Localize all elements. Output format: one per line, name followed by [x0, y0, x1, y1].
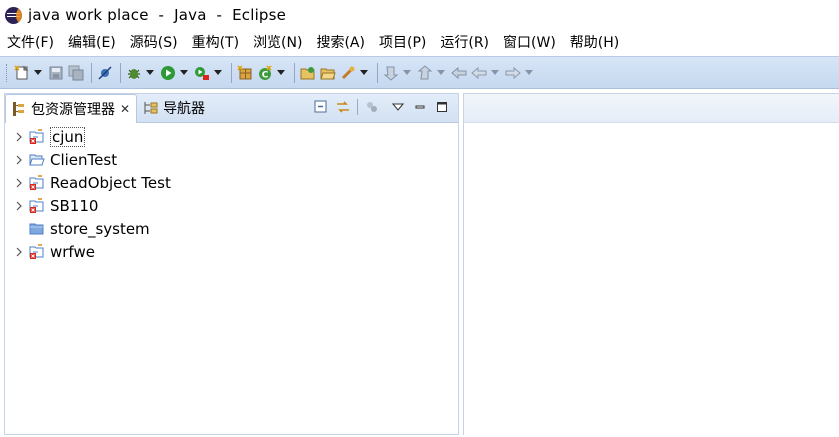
- run-dropdown-icon[interactable]: [180, 70, 188, 75]
- toolbar-separator: [377, 62, 378, 83]
- menu-window[interactable]: 窗口(W): [496, 32, 563, 52]
- toolbar-separator: [120, 62, 121, 83]
- search-dropdown-icon[interactable]: [360, 70, 368, 75]
- close-tab-icon[interactable]: ✕: [120, 102, 130, 116]
- save-icon[interactable]: [47, 63, 65, 83]
- java-project-error-icon: [29, 174, 45, 191]
- save-all-icon[interactable]: [67, 63, 85, 83]
- external-tools-dropdown-icon[interactable]: [214, 70, 222, 75]
- menu-file[interactable]: 文件(F): [0, 32, 61, 52]
- menu-source[interactable]: 源码(S): [123, 32, 185, 52]
- package-explorer-view: 包资源管理器 ✕ 导航器 cjun ClienTest ReadObject T…: [4, 93, 459, 435]
- previous-annotation-icon[interactable]: [416, 63, 434, 83]
- new-dropdown-icon[interactable]: [34, 70, 42, 75]
- toolbar-separator: [294, 62, 295, 83]
- tree-item-readobject-test[interactable]: ReadObject Test: [5, 171, 458, 194]
- title-bar: java work place - Java - Eclipse: [0, 0, 839, 30]
- tree-item-wrfwe[interactable]: wrfwe: [5, 240, 458, 263]
- folder-open-icon: [29, 152, 45, 168]
- toolbar-grip[interactable]: [6, 63, 9, 82]
- menu-edit[interactable]: 编辑(E): [61, 32, 123, 52]
- new-java-package-icon[interactable]: [236, 63, 254, 83]
- open-folder-icon[interactable]: [319, 63, 337, 83]
- new-java-class-icon[interactable]: C: [256, 63, 274, 83]
- tree-item-label: ClienTest: [50, 150, 118, 169]
- package-explorer-icon: [12, 101, 26, 117]
- tab-navigator-label: 导航器: [163, 101, 206, 117]
- java-project-error-icon: [29, 128, 45, 145]
- chevron-right-icon[interactable]: [13, 201, 25, 211]
- tab-package-explorer[interactable]: 包资源管理器 ✕: [5, 94, 138, 123]
- tree-item-label: SB110: [50, 196, 99, 215]
- toolbar-separator: [231, 62, 232, 83]
- tree-item-clientest[interactable]: ClienTest: [5, 148, 458, 171]
- new-icon[interactable]: [13, 63, 31, 83]
- menu-refactor[interactable]: 重构(T): [185, 32, 246, 52]
- last-edit-location-icon[interactable]: [450, 63, 468, 83]
- menu-search[interactable]: 搜索(A): [309, 32, 372, 52]
- chevron-right-icon[interactable]: [13, 178, 25, 188]
- menu-bar: 文件(F) 编辑(E) 源码(S) 重构(T) 浏览(N) 搜索(A) 项目(P…: [0, 30, 839, 54]
- toolbar-separator: [91, 62, 92, 83]
- filters-icon[interactable]: [364, 99, 380, 115]
- menu-project[interactable]: 项目(P): [372, 32, 433, 52]
- menu-navigate[interactable]: 浏览(N): [246, 32, 309, 52]
- window-title: java work place - Java - Eclipse: [28, 6, 287, 24]
- closed-project-icon: [29, 221, 45, 237]
- back-icon[interactable]: [470, 63, 488, 83]
- view-toolbar-separator: [357, 99, 358, 115]
- chevron-right-icon[interactable]: [13, 155, 25, 165]
- main-toolbar: C: [0, 56, 839, 89]
- new-java-class-dropdown-icon[interactable]: [277, 70, 285, 75]
- chevron-right-icon[interactable]: [13, 247, 25, 257]
- tree-item-store-system[interactable]: store_system: [5, 217, 458, 240]
- tree-item-sb110[interactable]: SB110: [5, 194, 458, 217]
- search-icon[interactable]: [339, 63, 357, 83]
- collapse-all-icon[interactable]: [313, 99, 329, 115]
- tree-item-label: store_system: [50, 219, 150, 238]
- forward-dropdown-icon[interactable]: [525, 70, 533, 75]
- debug-icon[interactable]: [125, 63, 143, 83]
- back-dropdown-icon[interactable]: [491, 70, 499, 75]
- tree-item-label: ReadObject Test: [50, 173, 171, 192]
- view-toolbar: [307, 99, 450, 115]
- tree-item-cjun[interactable]: cjun: [5, 125, 458, 148]
- next-annotation-dropdown-icon[interactable]: [403, 70, 411, 75]
- editor-tab-bar: [464, 94, 839, 123]
- view-menu-icon[interactable]: [390, 99, 406, 115]
- skip-breakpoints-icon[interactable]: [96, 63, 114, 83]
- java-project-error-icon: [29, 243, 45, 260]
- menu-run[interactable]: 运行(R): [433, 32, 496, 52]
- forward-icon[interactable]: [504, 63, 522, 83]
- eclipse-logo-icon: [5, 6, 22, 24]
- tree-item-label: wrfwe: [50, 242, 95, 261]
- view-tab-bar: 包资源管理器 ✕ 导航器: [5, 94, 458, 123]
- maximize-icon[interactable]: [434, 99, 450, 115]
- debug-dropdown-icon[interactable]: [146, 70, 154, 75]
- project-tree: cjun ClienTest ReadObject Test SB110 sto…: [5, 123, 458, 263]
- open-type-icon[interactable]: [299, 63, 317, 83]
- minimize-icon[interactable]: [412, 99, 428, 115]
- previous-annotation-dropdown-icon[interactable]: [437, 70, 445, 75]
- svg-text:C: C: [262, 70, 269, 80]
- java-project-error-icon: [29, 197, 45, 214]
- navigator-icon: [143, 100, 159, 116]
- chevron-right-icon[interactable]: [13, 132, 25, 142]
- tab-package-explorer-label: 包资源管理器: [31, 102, 115, 118]
- link-with-editor-icon[interactable]: [335, 99, 351, 115]
- external-tools-icon[interactable]: [193, 63, 211, 83]
- tab-navigator[interactable]: 导航器: [137, 94, 211, 122]
- next-annotation-icon[interactable]: [382, 63, 400, 83]
- run-icon[interactable]: [159, 63, 177, 83]
- editor-area[interactable]: [463, 93, 839, 435]
- menu-help[interactable]: 帮助(H): [563, 32, 626, 52]
- tree-item-label: cjun: [50, 126, 86, 147]
